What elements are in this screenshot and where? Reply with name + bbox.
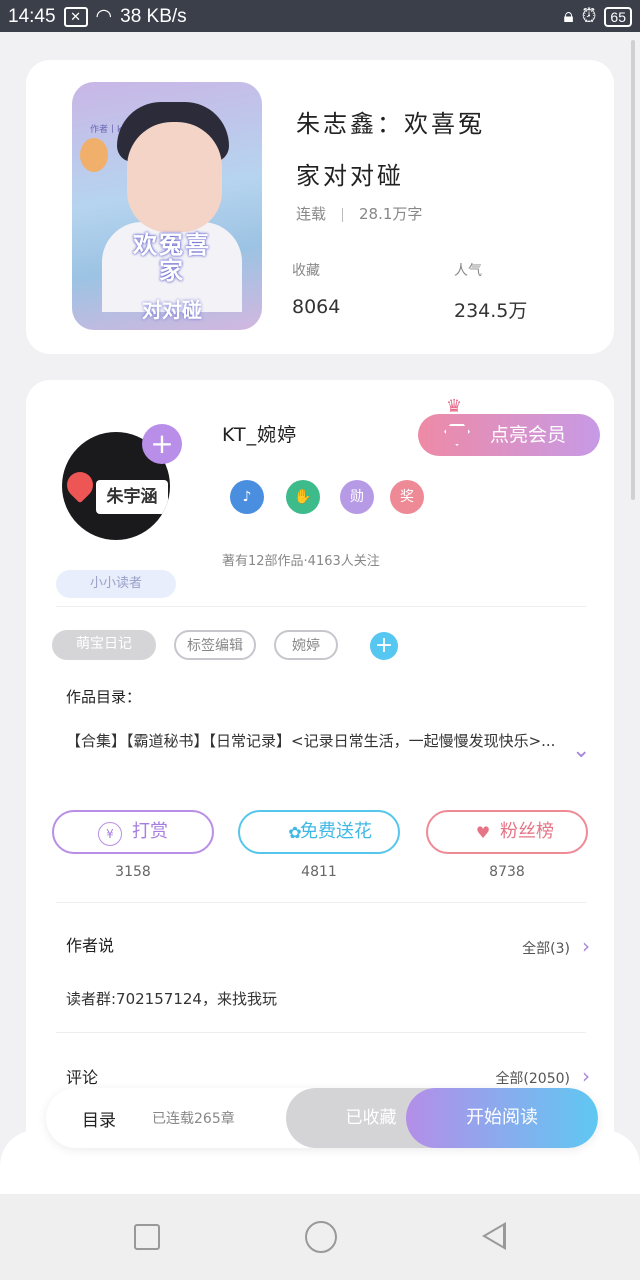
book-cover[interactable]: 作者丨kt_婉婷 欢冤喜家 对对碰 [72, 82, 262, 330]
heart-icon [62, 466, 99, 504]
fan-level-tag: 小小读者 [56, 570, 176, 598]
popularity-value: 234.5万 [454, 300, 528, 322]
book-status: 连载 [296, 205, 327, 223]
status-time: 14:45 [8, 5, 56, 27]
chevron-right-icon: › [582, 934, 590, 958]
reward-button-label: 打赏 [132, 821, 168, 842]
balloon-icon [80, 138, 108, 172]
author-says-label: 作者说 [66, 936, 115, 955]
lock-icon: 🔒︎ [563, 6, 574, 27]
popularity-label: 人气 [454, 263, 482, 279]
add-tag-button[interactable]: + [370, 632, 398, 660]
avatar-name-badge: 朱宇涵 [96, 480, 168, 514]
medal-badge-icon[interactable]: 勋 [340, 480, 374, 514]
cover-figure-face [127, 122, 222, 232]
back-icon[interactable] [482, 1222, 506, 1250]
author-tag-3[interactable]: 婉婷 [274, 630, 338, 660]
cover-title: 欢冤喜家 [133, 231, 211, 285]
collect-value: 8064 [292, 296, 341, 318]
update-count[interactable]: 已连载265章 [152, 1108, 235, 1128]
book-info-card: 作者丨kt_婉婷 欢冤喜家 对对碰 朱志鑫：欢喜冤 家对对碰 连载28.1万字 … [26, 60, 614, 354]
send-flower-button-label: 免费送花 [300, 821, 372, 842]
catalog-button[interactable]: 目录 [82, 1106, 116, 1131]
recent-apps-icon[interactable] [134, 1224, 160, 1250]
comments-all-link[interactable]: 全部(2050) › [495, 1064, 590, 1088]
bottom-action-bar: 目录 已连载265章 已收藏 开始阅读 [46, 1088, 598, 1148]
divider [342, 207, 344, 222]
book-word-count: 28.1万字 [359, 205, 423, 223]
collect-label: 收藏 [292, 263, 320, 279]
flower-count: 4811 [301, 864, 337, 880]
home-icon[interactable] [305, 1221, 337, 1253]
vip-button[interactable]: 点亮会员 [418, 414, 600, 456]
fans-icon: ♥ [475, 823, 491, 842]
book-title: 朱志鑫：欢喜冤 家对对碰 [296, 98, 596, 202]
chevron-down-icon[interactable]: ⌄ [572, 738, 590, 763]
chevron-right-icon: › [582, 1064, 590, 1088]
reward-count: 3158 [115, 864, 151, 880]
author-name[interactable]: KT_婉婷 [222, 420, 297, 447]
scrollbar[interactable] [631, 40, 635, 500]
alarm-icon: ⏰︎ [581, 6, 597, 27]
send-flower-button[interactable]: ✿ 免费送花 [238, 810, 400, 854]
reader-group-text: 读者群:702157124，来找我玩 [66, 990, 277, 1008]
follow-plus-button[interactable]: + [142, 424, 182, 464]
author-tag-1[interactable]: 萌宝日记 [52, 630, 156, 660]
yen-icon: ¥ [98, 822, 122, 846]
vip-button-label: 点亮会员 [490, 424, 567, 446]
cover-subtitle: 对对碰 [142, 298, 202, 322]
fans-count: 8738 [489, 864, 525, 880]
reward-button[interactable]: ¥ 打赏 [52, 810, 214, 854]
book-meta: 连载 28.1万字 [296, 203, 422, 224]
battery-icon: 65 [604, 7, 632, 27]
book-title-line2: 家对对碰 [296, 162, 404, 190]
fans-rank-button[interactable]: ♥ 粉丝榜 [426, 810, 588, 854]
works-label: 作品目录： [66, 688, 142, 706]
author-says-all-label: 全部(3) [522, 941, 570, 957]
music-medal-icon[interactable]: ♪ [230, 480, 264, 514]
works-list[interactable]: 【合集】【霸道秘书】【日常记录】<记录日常生活，一起慢慢发现快乐>... [66, 726, 556, 756]
fans-rank-button-label: 粉丝榜 [500, 821, 554, 842]
comments-label: 评论 [66, 1068, 99, 1087]
author-tag-2[interactable]: 标签编辑 [174, 630, 256, 660]
star-badge-icon[interactable]: 奖 [390, 480, 424, 514]
handshake-medal-icon[interactable]: ✋ [286, 480, 320, 514]
author-says-all-link[interactable]: 全部(3) › [522, 934, 590, 958]
diamond-icon [444, 424, 470, 446]
network-speed: 38 KB/s [120, 5, 187, 27]
system-nav-bar [0, 1194, 640, 1280]
author-card: 朱宇涵 + 小小读者 KT_婉婷 ♛ 点亮会员 ♪ ✋ 勋 奖 著有12部作品·… [26, 380, 614, 1200]
divider [56, 606, 586, 607]
wifi-icon: ◠ [95, 6, 113, 27]
comments-all-label: 全部(2050) [495, 1071, 570, 1087]
status-bar: 14:45 ✕ ◠ 38 KB/s 🔒︎ ⏰︎ 65 [0, 0, 640, 32]
divider [56, 902, 586, 903]
start-reading-button[interactable]: 开始阅读 [406, 1088, 598, 1148]
image-icon: ✕ [63, 6, 88, 27]
book-title-line1: 朱志鑫：欢喜冤 [296, 110, 485, 138]
divider [56, 1032, 586, 1033]
author-stats: 著有12部作品·4163人关注 [222, 554, 380, 569]
